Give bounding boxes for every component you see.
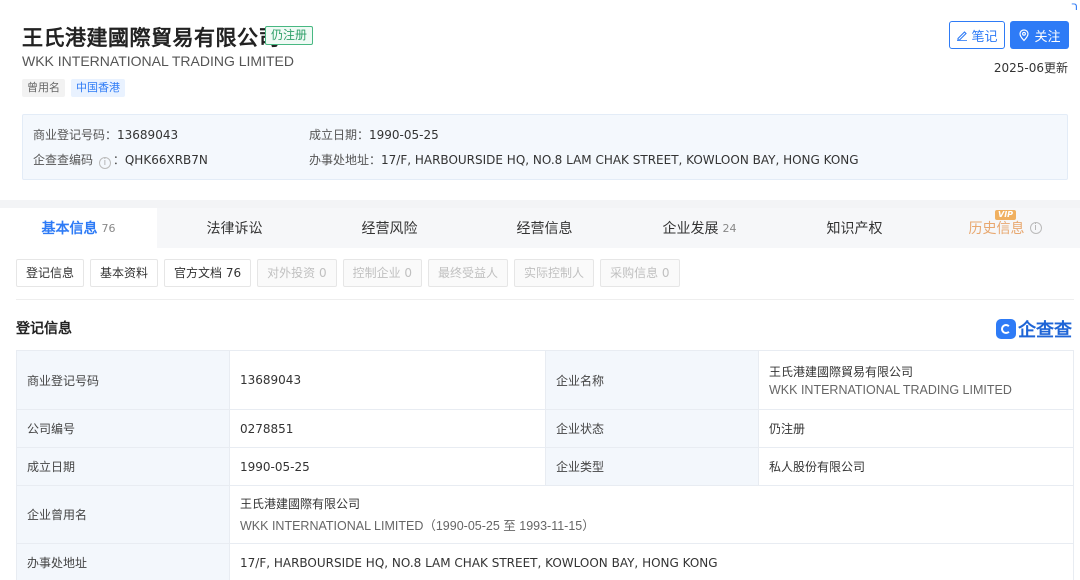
summary-info-box: 商业登记号码：13689043 企查查编码 i ：QHK66XRB7N 成立日期：… xyxy=(22,114,1068,180)
tab-operations-label: 经营信息 xyxy=(516,221,573,237)
name-cn: 王氏港建國際貿易有限公司 xyxy=(769,365,914,379)
name-value: 王氏港建國際貿易有限公司 WKK INTERNATIONAL TRADING L… xyxy=(758,350,1074,410)
company-name: 王氏港建國際貿易有限公司 xyxy=(22,26,280,50)
subtab-ultimate-beneficiary: 最终受益人 xyxy=(428,259,509,287)
summary-address-label: 办事处地址： xyxy=(309,153,382,167)
summary-qcc-code: 企查查编码 i ：QHK66XRB7N xyxy=(33,153,208,169)
tab-development-label: 企业发展 xyxy=(662,221,719,237)
tab-ip-label: 知识产权 xyxy=(826,221,883,237)
subtab-registration[interactable]: 登记信息 xyxy=(16,259,85,287)
tab-basic-info[interactable]: 基本信息 76 xyxy=(0,208,157,248)
summary-qcc-code-label: 企查查编码 xyxy=(33,153,94,167)
follow-button[interactable]: 关注 xyxy=(1010,21,1069,49)
tab-basic-info-label: 基本信息 xyxy=(41,221,98,237)
vip-badge: VIP xyxy=(995,210,1017,220)
company-no-label: 公司编号 xyxy=(16,409,230,448)
former-name-en: WKK INTERNATIONAL LIMITED（1990-05-25 至 1… xyxy=(240,519,595,533)
former-name-cn: 王氏港建國際有限公司 xyxy=(240,497,361,511)
name-en: WKK INTERNATIONAL TRADING LIMITED xyxy=(769,383,1012,397)
company-no-value: 0278851 xyxy=(229,409,546,448)
pencil-icon xyxy=(957,31,968,41)
summary-founded-value: 1990-05-25 xyxy=(369,128,439,142)
subtab-procurement: 采购信息 0 xyxy=(600,259,680,287)
status-label: 企业状态 xyxy=(545,409,759,448)
tab-legal-label: 法律诉讼 xyxy=(206,221,263,237)
section-title: 登记信息 xyxy=(16,321,72,337)
table-row: 成立日期 1990-05-25 企业类型 私人股份有限公司 xyxy=(16,447,1074,486)
section-separator xyxy=(0,200,1080,208)
subtab-actual-controller: 实际控制人 xyxy=(514,259,595,287)
company-tags: 曾用名 中国香港 xyxy=(22,79,125,97)
divider xyxy=(16,299,1074,300)
tab-history-label: 历史信息 xyxy=(968,221,1025,237)
reg-no-value: 13689043 xyxy=(229,350,546,410)
tag-region[interactable]: 中国香港 xyxy=(71,79,125,97)
type-value: 私人股份有限公司 xyxy=(758,447,1074,486)
qcc-logo-icon xyxy=(996,319,1016,339)
subtab-official-docs[interactable]: 官方文档 76 xyxy=(164,259,252,287)
tab-legal[interactable]: 法律诉讼 xyxy=(157,208,312,248)
tab-risk[interactable]: 经营风险 xyxy=(312,208,467,248)
table-row: 商业登记号码 13689043 企业名称 王氏港建國際貿易有限公司 WKK IN… xyxy=(16,350,1074,410)
sub-tabs: 登记信息 基本资料 官方文档 76 对外投资 0 控制企业 0 最终受益人 实际… xyxy=(16,259,680,287)
name-label: 企业名称 xyxy=(545,350,759,410)
summary-reg-no: 商业登记号码：13689043 xyxy=(33,126,178,143)
follow-button-label: 关注 xyxy=(1034,29,1061,45)
reg-no-label: 商业登记号码 xyxy=(16,350,230,410)
table-row: 办事处地址 17/F, HARBOURSIDE HQ, NO.8 LAM CHA… xyxy=(16,543,1074,580)
tab-history[interactable]: VIP 历史信息 i xyxy=(932,208,1080,248)
tab-risk-label: 经营风险 xyxy=(361,221,418,237)
company-name-en: WKK INTERNATIONAL TRADING LIMITED xyxy=(22,53,294,69)
main-tabs: 基本信息 76 法律诉讼 经营风险 经营信息 企业发展 24 知识产权 VIP 历史… xyxy=(0,208,1080,248)
former-name-value: 王氏港建國際有限公司 WKK INTERNATIONAL LIMITED（199… xyxy=(229,485,1074,544)
table-row: 企业曾用名 王氏港建國際有限公司 WKK INTERNATIONAL LIMIT… xyxy=(16,485,1074,544)
founded-value: 1990-05-25 xyxy=(229,447,546,486)
summary-address: 办事处地址：17/F, HARBOURSIDE HQ, NO.8 LAM CHA… xyxy=(309,151,859,168)
summary-founded-label: 成立日期： xyxy=(309,128,370,142)
registration-table: 商业登记号码 13689043 企业名称 王氏港建國際貿易有限公司 WKK IN… xyxy=(16,350,1074,580)
status-value: 仍注册 xyxy=(758,409,1074,448)
update-time: 2025-06更新 xyxy=(993,61,1068,75)
tab-ip[interactable]: 知识产权 xyxy=(777,208,932,248)
help-icon[interactable]: i xyxy=(98,157,111,169)
summary-reg-no-label: 商业登记号码： xyxy=(33,128,118,142)
qcc-logo-text: 企查查 xyxy=(1018,320,1072,341)
tab-development[interactable]: 企业发展 24 xyxy=(622,208,777,248)
subtab-basic-profile[interactable]: 基本资料 xyxy=(90,259,159,287)
note-button-label: 笔记 xyxy=(971,29,998,45)
note-button[interactable]: 笔记 xyxy=(949,21,1005,49)
qcc-logo: 企查查 xyxy=(996,316,1072,342)
summary-qcc-code-value: QHK66XRB7N xyxy=(124,153,208,167)
subtab-controlled-companies: 控制企业 0 xyxy=(342,259,423,287)
tab-basic-info-count: 76 xyxy=(101,221,116,235)
summary-reg-no-value: 13689043 xyxy=(117,128,179,142)
summary-address-value: 17/F, HARBOURSIDE HQ, NO.8 LAM CHAK STRE… xyxy=(381,153,859,167)
address-label: 办事处地址 xyxy=(16,543,230,580)
address-value: 17/F, HARBOURSIDE HQ, NO.8 LAM CHAK STRE… xyxy=(229,543,1074,580)
tab-operations[interactable]: 经营信息 xyxy=(467,208,622,248)
info-icon[interactable]: i xyxy=(1029,222,1042,234)
location-pin-icon xyxy=(1019,28,1030,41)
corner-mark: ר xyxy=(1071,0,1078,13)
type-label: 企业类型 xyxy=(545,447,759,486)
status-badge: 仍注册 xyxy=(265,26,314,45)
tab-development-count: 24 xyxy=(722,221,737,235)
founded-label: 成立日期 xyxy=(16,447,230,486)
former-name-label: 企业曾用名 xyxy=(16,485,230,544)
summary-founded: 成立日期：1990-05-25 xyxy=(309,126,439,143)
company-header: ר 王氏港建國際貿易有限公司 仍注册 WKK INTERNATIONAL TRA… xyxy=(0,0,1080,200)
tag-former-name[interactable]: 曾用名 xyxy=(22,79,65,97)
subtab-investments: 对外投资 0 xyxy=(257,259,337,287)
table-row: 公司编号 0278851 企业状态 仍注册 xyxy=(16,409,1074,448)
